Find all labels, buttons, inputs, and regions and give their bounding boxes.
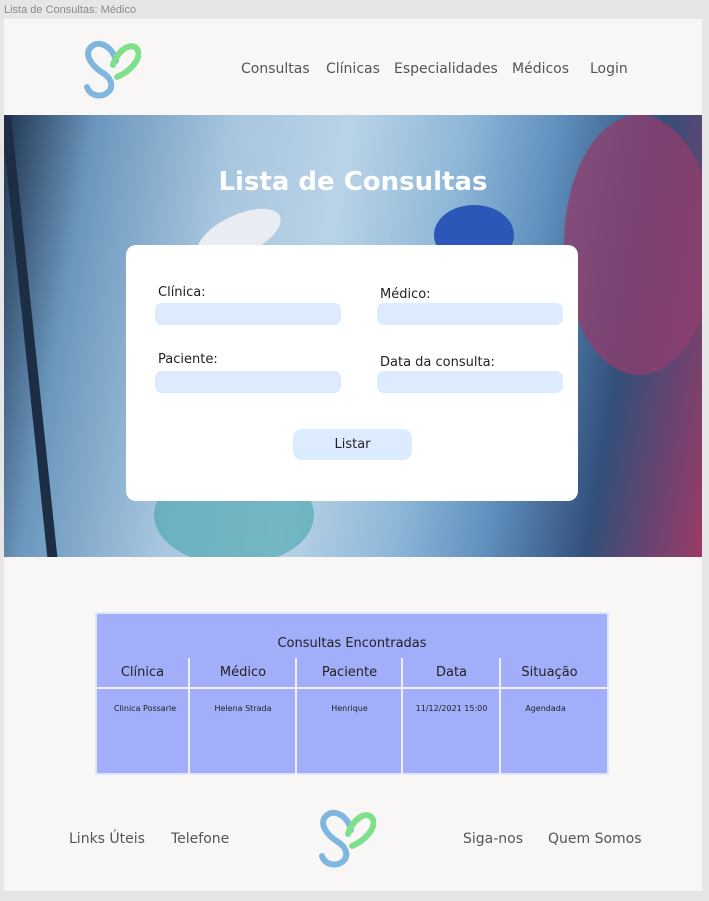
heart-logo-icon bbox=[319, 809, 376, 868]
nav-login[interactable]: Login bbox=[590, 61, 628, 77]
search-form-card: Clínica: Médico: Paciente: Data da consu… bbox=[126, 245, 578, 501]
medico-label: Médico: bbox=[380, 287, 431, 302]
clinica-label: Clínica: bbox=[158, 285, 206, 300]
column-header-situacao: Situação bbox=[521, 665, 578, 680]
header: Consultas Clínicas Especialidades Médico… bbox=[4, 19, 702, 115]
column-header-paciente: Paciente bbox=[321, 665, 378, 680]
cell-paciente: Henrique bbox=[331, 704, 368, 713]
paciente-label: Paciente: bbox=[158, 352, 218, 367]
cell-data: 11/12/2021 15:00 bbox=[415, 704, 488, 713]
page-title: Lista de Consultas bbox=[218, 167, 488, 197]
listar-button[interactable]: Listar bbox=[293, 429, 412, 460]
header-divider bbox=[97, 687, 607, 689]
hero-photo-shape bbox=[564, 115, 702, 375]
column-divider bbox=[188, 658, 190, 775]
column-divider bbox=[295, 658, 297, 775]
column-header-medico: Médico bbox=[219, 665, 267, 680]
page: Consultas Clínicas Especialidades Médico… bbox=[4, 19, 702, 891]
results-table: Consultas Encontradas Clínica Médico Pac… bbox=[95, 612, 609, 775]
hero-banner: Lista de Consultas Clínica: Médico: Paci… bbox=[4, 115, 702, 557]
nav-especialidades[interactable]: Especialidades bbox=[394, 61, 498, 77]
column-divider bbox=[499, 658, 501, 775]
heart-logo-icon[interactable] bbox=[83, 37, 141, 101]
footer-links-uteis[interactable]: Links Úteis bbox=[69, 831, 145, 847]
footer-quem-somos[interactable]: Quem Somos bbox=[548, 831, 642, 847]
clinica-input[interactable] bbox=[155, 303, 341, 325]
data-consulta-input[interactable] bbox=[377, 371, 563, 393]
nav-clinicas[interactable]: Clínicas bbox=[326, 61, 380, 77]
results-caption: Consultas Encontradas bbox=[277, 636, 427, 651]
window-title: Lista de Consultas: Médico bbox=[4, 4, 137, 16]
data-consulta-label: Data da consulta: bbox=[380, 355, 495, 370]
column-divider bbox=[401, 658, 403, 775]
cell-medico: Helena Strada bbox=[214, 704, 272, 713]
column-header-data: Data bbox=[435, 665, 468, 680]
medico-input[interactable] bbox=[377, 303, 563, 325]
footer-telefone[interactable]: Telefone bbox=[171, 831, 229, 847]
cell-clinica: Clinica Possarle bbox=[113, 704, 177, 713]
column-header-clinica: Clínica bbox=[120, 665, 165, 680]
paciente-input[interactable] bbox=[155, 371, 341, 393]
footer-siga-nos[interactable]: Siga-nos bbox=[463, 831, 523, 847]
cell-situacao: Agendada bbox=[525, 704, 566, 713]
nav-consultas[interactable]: Consultas bbox=[241, 61, 310, 77]
nav-medicos[interactable]: Médicos bbox=[512, 61, 569, 77]
